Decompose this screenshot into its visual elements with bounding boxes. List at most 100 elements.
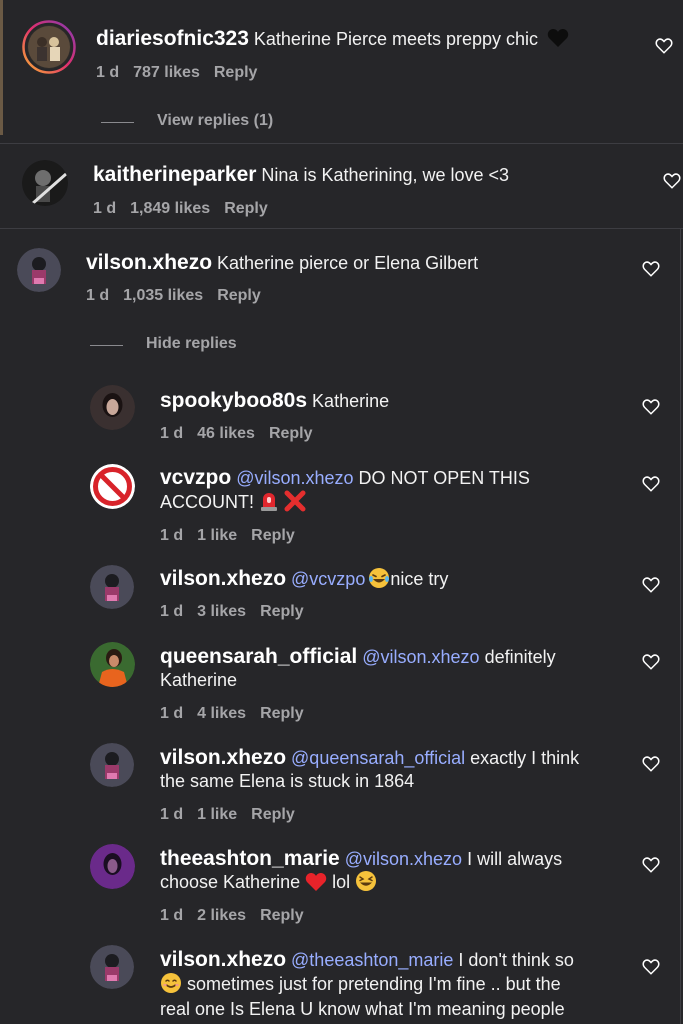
comment-text: vilson.xhezo @vcvzpo nice try [160, 566, 448, 596]
heart-icon[interactable] [663, 172, 681, 190]
timestamp: 1 d [160, 603, 184, 620]
divider [0, 143, 683, 144]
comment-meta: 1 d 1,849 likes Reply [93, 200, 282, 218]
hide-replies-button[interactable]: Hide replies [146, 335, 237, 353]
divider [0, 228, 683, 229]
heart-icon[interactable] [642, 398, 660, 416]
grinning-squinting-emoji-icon [355, 870, 377, 899]
reply-button[interactable]: Reply [260, 705, 304, 722]
likes-count[interactable]: 1 like [197, 527, 237, 544]
reply-button[interactable]: Reply [251, 527, 295, 544]
comment-text: vilson.xhezo @queensarah_official exactly… [160, 746, 580, 769]
heart-icon[interactable] [655, 37, 673, 55]
mention-link[interactable]: @theeashton_marie [291, 950, 453, 970]
tears-of-joy-emoji-icon [368, 567, 390, 596]
username[interactable]: spookyboo80s [160, 389, 307, 412]
username[interactable]: vilson.xhezo [160, 948, 286, 971]
heart-icon[interactable] [642, 856, 660, 874]
comment-meta: 1 d 787 likes Reply [96, 64, 271, 82]
timestamp: 1 d [160, 425, 184, 442]
reply-button[interactable]: Reply [251, 806, 295, 823]
prohibited-icon[interactable] [90, 464, 135, 509]
comment-meta: 1 d 1 like Reply [160, 527, 309, 545]
likes-count[interactable]: 787 likes [133, 64, 200, 81]
comment-text: queensarah_official @vilson.xhezo definit… [160, 645, 556, 668]
comment-text-line2: ACCOUNT! [160, 490, 306, 519]
username[interactable]: vilson.xhezo [160, 746, 286, 769]
comment-text: vilson.xhezo @theeashton_marie I don't th… [160, 948, 574, 971]
likes-count[interactable]: 2 likes [197, 907, 246, 924]
thread-line [101, 122, 134, 123]
left-edge-image-strip [0, 0, 3, 135]
mention-link[interactable]: @vilson.xhezo [362, 647, 479, 667]
avatar[interactable] [17, 248, 61, 292]
timestamp: 1 d [93, 200, 117, 217]
username[interactable]: theeashton_marie [160, 847, 340, 870]
comment-text-line2: choose Katherine lol [160, 870, 377, 899]
comment-text: spookyboo80s Katherine [160, 389, 390, 412]
likes-count[interactable]: 1,849 likes [130, 200, 210, 217]
timestamp: 1 d [160, 527, 184, 544]
comment-text-line2: Katherine [160, 670, 238, 690]
right-edge-line [680, 228, 681, 1024]
comment-text: kaitherineparker Nina is Katherining, we … [93, 163, 510, 186]
mention-link[interactable]: @vcvzpo [291, 569, 365, 589]
likes-count[interactable]: 1 like [197, 806, 237, 823]
username[interactable]: diariesofnic323 [96, 27, 249, 50]
comment-text: vcvzpo @vilson.xhezo DO NOT OPEN THIS [160, 466, 530, 489]
likes-count[interactable]: 4 likes [197, 705, 246, 722]
username[interactable]: vcvzpo [160, 466, 231, 489]
reply-button[interactable]: Reply [269, 425, 313, 442]
heart-icon[interactable] [642, 260, 660, 278]
avatar[interactable] [90, 945, 134, 989]
avatar[interactable] [90, 565, 134, 609]
siren-emoji-icon [259, 490, 279, 519]
avatar[interactable] [90, 844, 135, 889]
comment-text: diariesofnic323 Katherine Pierce meets pr… [96, 26, 569, 55]
timestamp: 1 d [160, 907, 184, 924]
comment-text-line3: real one Is Elena U know what I'm meanin… [160, 999, 565, 1019]
timestamp: 1 d [86, 287, 110, 304]
comment-text: vilson.xhezo Katherine pierce or Elena Gi… [86, 251, 479, 274]
thread-line [90, 345, 123, 346]
reply-button[interactable]: Reply [217, 287, 261, 304]
comment-meta: 1 d 4 likes Reply [160, 705, 318, 723]
heart-icon[interactable] [642, 475, 660, 493]
reply-button[interactable]: Reply [224, 200, 268, 217]
username[interactable]: vilson.xhezo [86, 251, 212, 274]
comment-meta: 1 d 1 like Reply [160, 806, 309, 824]
comment-meta: 1 d 1,035 likes Reply [86, 287, 275, 305]
username[interactable]: kaitherineparker [93, 163, 256, 186]
username[interactable]: queensarah_official [160, 645, 357, 668]
avatar[interactable] [90, 385, 135, 430]
heart-icon[interactable] [642, 755, 660, 773]
likes-count[interactable]: 1,035 likes [123, 287, 203, 304]
reply-button[interactable]: Reply [260, 603, 304, 620]
avatar[interactable] [90, 642, 135, 687]
comment-text-line2: the same Elena is stuck in 1864 [160, 771, 415, 791]
timestamp: 1 d [160, 806, 184, 823]
mention-link[interactable]: @vilson.xhezo [236, 468, 353, 488]
comment-meta: 1 d 2 likes Reply [160, 907, 318, 925]
timestamp: 1 d [160, 705, 184, 722]
heart-icon[interactable] [642, 576, 660, 594]
comment-meta: 1 d 46 likes Reply [160, 425, 327, 443]
likes-count[interactable]: 46 likes [197, 425, 255, 442]
view-replies-button[interactable]: View replies (1) [157, 112, 273, 130]
username[interactable]: vilson.xhezo [160, 567, 286, 590]
timestamp: 1 d [96, 64, 120, 81]
avatar[interactable] [22, 20, 76, 74]
heart-icon[interactable] [642, 958, 660, 976]
cross-mark-emoji-icon [284, 490, 306, 519]
reply-button[interactable]: Reply [214, 64, 258, 81]
reply-button[interactable]: Reply [260, 907, 304, 924]
heart-icon[interactable] [642, 653, 660, 671]
comment-text: theeashton_marie @vilson.xhezo I will alw… [160, 847, 563, 870]
avatar[interactable] [90, 743, 134, 787]
likes-count[interactable]: 3 likes [197, 603, 246, 620]
comment-meta: 1 d 3 likes Reply [160, 603, 318, 621]
mention-link[interactable]: @vilson.xhezo [345, 849, 462, 869]
avatar[interactable] [22, 160, 68, 206]
mention-link[interactable]: @queensarah_official [291, 748, 465, 768]
black-heart-emoji-icon [547, 28, 569, 55]
